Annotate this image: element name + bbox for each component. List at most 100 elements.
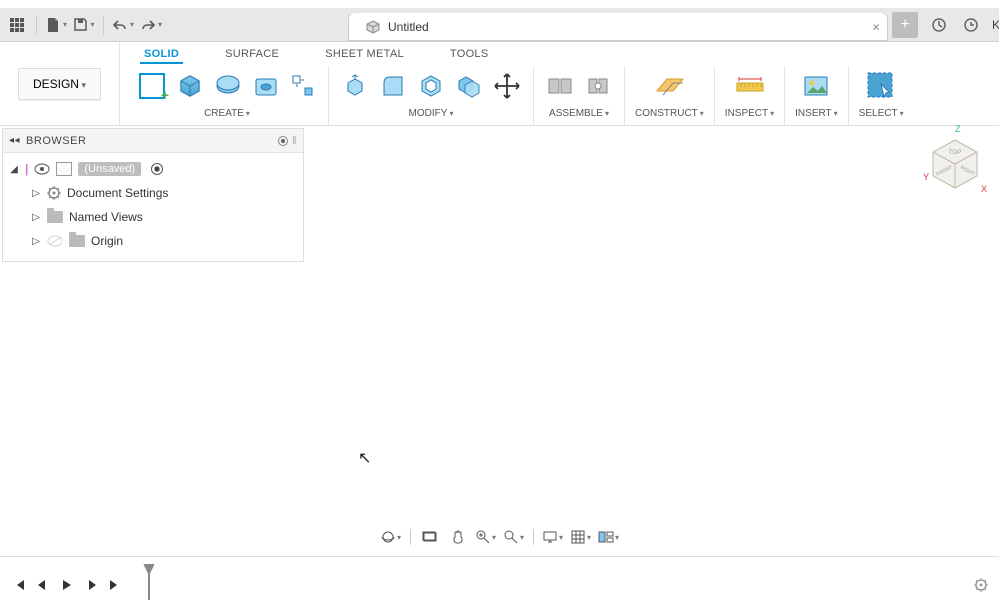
joint-icon (545, 71, 575, 101)
axis-y-label: Y (923, 172, 929, 182)
joint-button[interactable] (544, 70, 576, 102)
combine-button[interactable] (453, 70, 485, 102)
browser-panel: ◂◂ BROWSER ‖ ◢ | (Unsaved) ▷ Document Se… (2, 128, 304, 262)
new-tab-button[interactable]: + (892, 12, 918, 38)
timeline-play-button[interactable] (58, 576, 76, 594)
timeline-prev-button[interactable] (34, 576, 52, 594)
save-button[interactable] (73, 14, 95, 36)
timeline-start-button[interactable] (10, 576, 28, 594)
orbit-button[interactable] (380, 526, 402, 548)
as-built-joint-button[interactable] (582, 70, 614, 102)
look-at-button[interactable] (419, 526, 441, 548)
cursor-icon: ↖ (358, 448, 371, 468)
timeline-marker[interactable] (148, 570, 150, 600)
panel-label-construct[interactable]: CONSTRUCT (635, 108, 704, 119)
insert-button[interactable] (800, 70, 832, 102)
browser-resize-handle[interactable]: ‖ (292, 135, 297, 147)
fit-icon (503, 529, 519, 545)
panel-label-modify[interactable]: MODIFY (409, 108, 454, 119)
tree-item-origin[interactable]: ▷ Origin (5, 229, 301, 253)
move-icon (492, 71, 522, 101)
timeline-end-button[interactable] (106, 576, 124, 594)
browser-options-button[interactable] (278, 136, 288, 146)
pan-icon (450, 529, 466, 545)
clock-icon (963, 17, 979, 33)
undo-button[interactable] (112, 14, 134, 36)
visibility-off-icon[interactable] (47, 235, 63, 247)
hole-button[interactable] (250, 70, 282, 102)
panel-label-select[interactable]: SELECT (859, 108, 904, 119)
view-cube[interactable]: Z TOP FRONT RIGHT Y X (925, 132, 985, 192)
redo-icon (140, 18, 156, 32)
move-button[interactable] (491, 70, 523, 102)
pattern-button[interactable] (288, 71, 318, 101)
fillet-button[interactable] (377, 70, 409, 102)
select-button[interactable] (865, 70, 897, 102)
measure-button[interactable] (733, 70, 765, 102)
revolve-button[interactable] (212, 70, 244, 102)
image-icon (801, 71, 831, 101)
folder-icon (47, 211, 63, 223)
timeline-settings-button[interactable] (973, 577, 989, 593)
pan-button[interactable] (447, 526, 469, 548)
tree-root[interactable]: ◢ | (Unsaved) (5, 157, 301, 181)
display-settings-button[interactable] (542, 526, 564, 548)
navigation-bar (376, 524, 624, 550)
extensions-button[interactable] (928, 14, 950, 36)
extrude-button[interactable] (174, 70, 206, 102)
expand-icon[interactable]: ▷ (31, 236, 41, 247)
undo-icon (112, 18, 128, 32)
expand-icon[interactable]: ◢ (9, 164, 19, 175)
look-at-icon (422, 530, 438, 544)
document-tab-title: Untitled (388, 20, 429, 34)
redo-button[interactable] (140, 14, 162, 36)
user-menu[interactable]: Karina Harper (992, 18, 999, 32)
ribbon-tabs: SOLID SURFACE SHEET METAL TOOLS (120, 42, 999, 64)
display-icon (542, 530, 558, 544)
collapse-browser-button[interactable]: ◂◂ (9, 135, 20, 146)
ribbon: DESIGN SOLID SURFACE SHEET METAL TOOLS (0, 42, 999, 126)
sketch-icon (139, 73, 165, 99)
visibility-icon[interactable] (34, 163, 50, 175)
title-bar (0, 0, 999, 8)
tab-sheet-metal[interactable]: SHEET METAL (321, 46, 408, 64)
panel-insert: INSERT (785, 66, 849, 125)
tree-item-document-settings[interactable]: ▷ Document Settings (5, 181, 301, 205)
create-sketch-button[interactable] (136, 70, 168, 102)
canvas-area[interactable]: ◂◂ BROWSER ‖ ◢ | (Unsaved) ▷ Document Se… (0, 126, 999, 556)
panel-label-insert[interactable]: INSERT (795, 108, 838, 119)
zoom-button[interactable] (475, 526, 497, 548)
activate-radio[interactable] (151, 163, 163, 175)
tab-surface[interactable]: SURFACE (221, 46, 283, 64)
data-panel-button[interactable] (6, 14, 28, 36)
timeline-next-button[interactable] (82, 576, 100, 594)
viewport-layout-button[interactable] (598, 526, 620, 548)
panel-label-assemble[interactable]: ASSEMBLE (549, 108, 609, 119)
shell-icon (416, 71, 446, 101)
tab-solid[interactable]: SOLID (140, 46, 183, 64)
job-status-button[interactable] (960, 14, 982, 36)
timeline (0, 556, 999, 612)
panel-label-create[interactable]: CREATE (204, 108, 250, 119)
close-tab-button[interactable]: × (872, 20, 880, 35)
file-icon (45, 17, 61, 33)
fit-button[interactable] (503, 526, 525, 548)
document-tab[interactable]: Untitled × (348, 13, 888, 41)
panel-modify: MODIFY (329, 66, 534, 125)
file-menu-button[interactable] (45, 14, 67, 36)
tree-item-named-views[interactable]: ▷ Named Views (5, 205, 301, 229)
expand-icon[interactable]: ▷ (31, 212, 41, 223)
expand-icon[interactable]: ▷ (31, 188, 41, 199)
grid-settings-button[interactable] (570, 526, 592, 548)
extrude-icon (175, 71, 205, 101)
document-tabstrip: Untitled × + (348, 8, 918, 41)
svg-text:TOP: TOP (949, 150, 961, 156)
tab-tools[interactable]: TOOLS (446, 46, 493, 64)
construct-plane-button[interactable] (653, 70, 685, 102)
workspace-button[interactable]: DESIGN (18, 68, 101, 100)
panel-label-inspect[interactable]: INSPECT (725, 108, 774, 119)
press-pull-button[interactable] (339, 70, 371, 102)
measure-icon (733, 71, 765, 101)
shell-button[interactable] (415, 70, 447, 102)
browser-header[interactable]: ◂◂ BROWSER ‖ (3, 129, 303, 153)
